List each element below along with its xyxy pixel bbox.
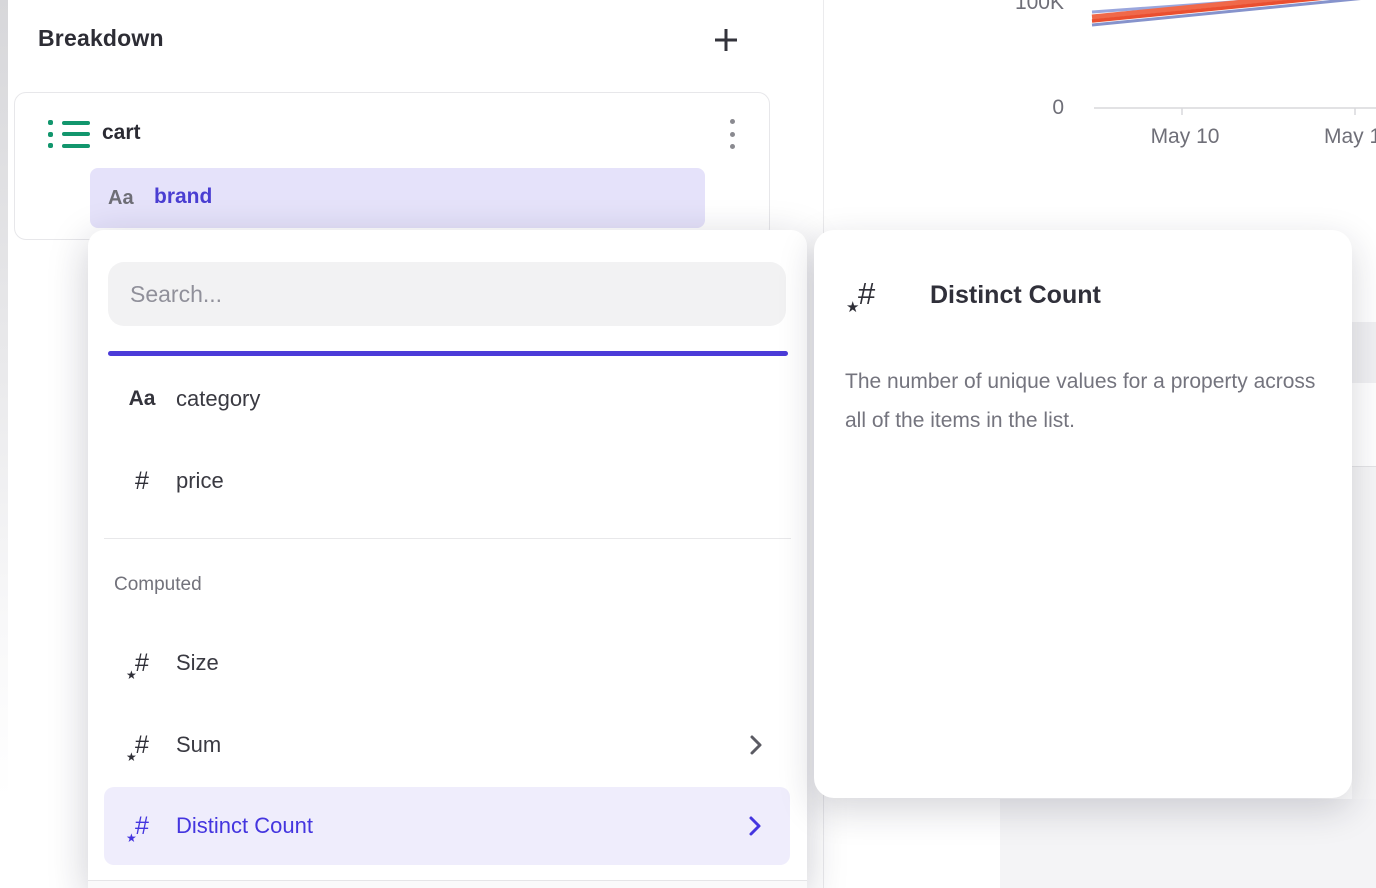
- number-type-icon: #: [135, 467, 149, 496]
- dropdown-item-distinct-count[interactable]: #★ Distinct Count: [104, 787, 790, 865]
- dropdown-item-label: Distinct Count: [176, 813, 313, 839]
- dropdown-item-label: category: [176, 386, 260, 412]
- dropdown-item-size[interactable]: #★ Size: [88, 624, 807, 702]
- tooltip-title: Distinct Count: [930, 281, 1101, 310]
- table-section-edge: [1352, 467, 1376, 799]
- chart-lines: [824, 0, 1376, 160]
- computed-section-label: Computed: [114, 574, 202, 596]
- dropdown-footer: [88, 881, 807, 888]
- text-type-icon: Aa: [129, 387, 156, 411]
- list-property-name: cart: [102, 121, 141, 145]
- computed-number-icon: #★: [135, 733, 149, 758]
- list-icon: [48, 120, 90, 148]
- y-axis-tick-100k: 100K: [990, 0, 1064, 15]
- computed-number-icon: #★: [135, 814, 149, 839]
- x-axis-tick-may10: May 10: [1140, 125, 1230, 149]
- panel-edge-shadow: [0, 0, 8, 888]
- text-type-icon: Aa: [108, 187, 134, 210]
- dropdown-item-label: Sum: [176, 732, 221, 758]
- plus-icon: [712, 26, 740, 54]
- property-dropdown: Aa category # price Computed #★ Size #★ …: [88, 230, 807, 888]
- table-bottom-region: [1000, 799, 1376, 888]
- app-canvas: 100K 0 May 10 May 1 Breakdown cart Aa br…: [0, 0, 1376, 888]
- active-tab-indicator: [108, 351, 788, 356]
- computed-number-icon: #★: [135, 651, 149, 676]
- dropdown-item-price[interactable]: # price: [88, 442, 807, 520]
- dropdown-item-label: Size: [176, 650, 219, 676]
- line-chart: 100K 0 May 10 May 1: [824, 0, 1376, 160]
- kebab-menu-button[interactable]: [722, 115, 742, 153]
- dropdown-divider: [104, 538, 791, 539]
- dropdown-item-sum[interactable]: #★ Sum: [88, 706, 807, 784]
- computed-number-icon: #★: [858, 278, 875, 309]
- chevron-right-icon: [749, 734, 763, 756]
- chevron-right-icon: [748, 815, 762, 837]
- selected-property-name: brand: [154, 185, 212, 209]
- table-row-edge: [1352, 322, 1376, 383]
- x-axis-tick-may1: May 1: [1324, 125, 1376, 149]
- property-details-tooltip: #★ Distinct Count The number of unique v…: [814, 230, 1352, 798]
- breakdown-title: Breakdown: [38, 25, 164, 52]
- tooltip-description: The number of unique values for a proper…: [845, 362, 1330, 440]
- y-axis-tick-0: 0: [990, 96, 1064, 120]
- search-box: [108, 262, 786, 326]
- dropdown-item-label: price: [176, 468, 224, 494]
- search-input[interactable]: [108, 262, 786, 326]
- add-breakdown-button[interactable]: [706, 20, 746, 60]
- dropdown-item-category[interactable]: Aa category: [88, 360, 807, 438]
